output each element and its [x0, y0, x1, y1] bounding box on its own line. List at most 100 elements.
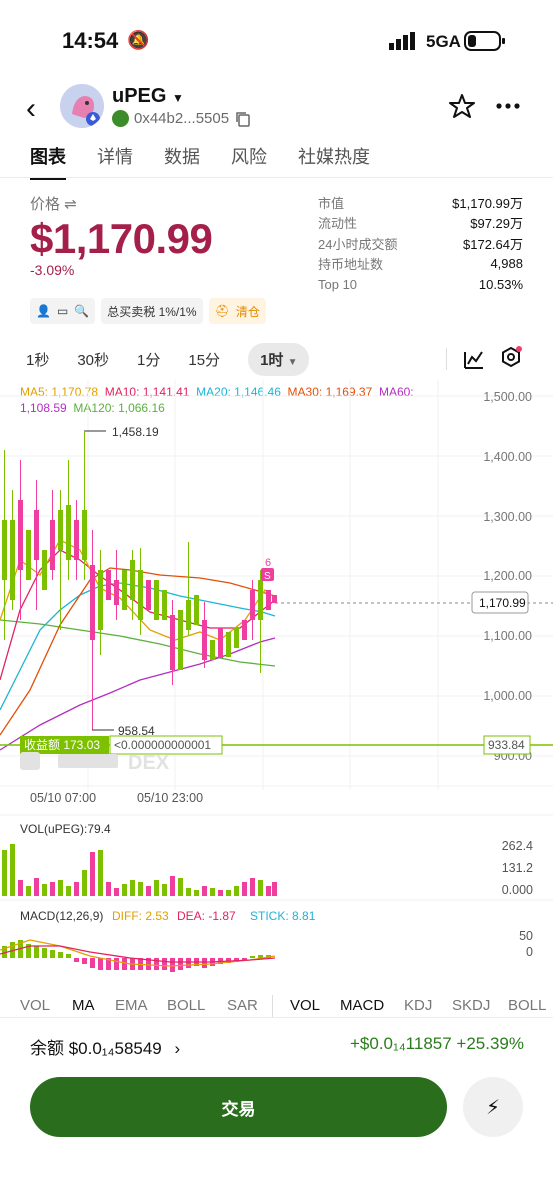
status-bar: 14:54 🔕 5GA	[0, 0, 553, 80]
indicator-boll-main[interactable]: BOLL	[167, 997, 205, 1014]
candle	[26, 530, 31, 580]
divider	[0, 177, 553, 178]
network-label: 5GA	[426, 32, 461, 51]
trade-button[interactable]: 交易	[30, 1077, 447, 1137]
divider	[446, 348, 447, 370]
candle	[106, 570, 111, 600]
stat-value: 10.53%	[478, 276, 523, 292]
swap-icon[interactable]: ⇌	[64, 196, 77, 213]
mute-bell-icon: 🔕	[127, 30, 150, 50]
tab-social[interactable]: 社媒热度	[298, 143, 370, 180]
svg-text:MACD(12,26,9): MACD(12,26,9)	[20, 909, 103, 923]
svg-text:6: 6	[265, 557, 271, 569]
candle	[234, 628, 239, 648]
interval-1m[interactable]: 1分	[137, 349, 160, 370]
tab-data[interactable]: 数据	[164, 143, 200, 180]
search-icon: 🔍	[74, 304, 90, 318]
y-tick: 1,300.00	[483, 510, 532, 524]
stat-label: 24小时成交额	[318, 236, 398, 252]
stat-label: 持币地址数	[318, 257, 384, 273]
clear-position-tag[interactable]: ⛑ 清仓	[208, 298, 266, 324]
token-avatar	[60, 84, 104, 128]
svg-text:S: S	[264, 571, 271, 582]
ma-lines	[0, 539, 276, 751]
interval-bar: 1秒 30秒 1分 15分 1时 ▼	[26, 342, 337, 376]
stats-panel: 市值 $1,170.99万 流动性 $97.29万 24小时成交额 $172.64万 …	[318, 192, 523, 295]
line-price-text: 933.84	[488, 738, 525, 752]
interval-15m[interactable]: 15分	[188, 349, 220, 370]
candle	[272, 595, 277, 603]
back-button[interactable]: ‹	[26, 92, 36, 126]
token-name[interactable]: uPEG ▼	[112, 85, 184, 108]
indicator-ma[interactable]: MA	[72, 997, 95, 1014]
candle	[122, 570, 127, 610]
balance-row[interactable]: 余额 $0.0₁₄58549 › +$0.0₁₄11857 +25.39%	[30, 1034, 524, 1058]
stat-value: $97.29万	[470, 216, 523, 232]
x-tick: 05/10 23:00	[137, 791, 203, 805]
divider	[0, 1017, 553, 1018]
token-address: 0x44b2...5505	[134, 110, 230, 127]
indicator-vol-sub[interactable]: VOL	[290, 997, 320, 1014]
vol-title: VOL(uPEG):79.4	[20, 822, 111, 836]
high-label: 1,458.19	[112, 425, 159, 439]
kline-chart[interactable]: 1,500.00 1,400.00 1,300.00 1,200.00 1,10…	[0, 380, 553, 990]
macd-bars	[2, 940, 271, 972]
y-tick: 1,100.00	[483, 629, 532, 643]
interval-1s[interactable]: 1秒	[26, 349, 49, 370]
y-tick: 1,000.00	[483, 689, 532, 703]
tab-details[interactable]: 详情	[97, 143, 133, 180]
indicator-skdj[interactable]: SKDJ	[452, 997, 490, 1014]
verified-shield-icon	[112, 110, 129, 127]
balance-pnl: +$0.0₁₄11857 +25.39%	[349, 1034, 524, 1053]
macd-tick: 0	[526, 945, 533, 959]
user-icon: 👤	[36, 304, 51, 318]
hat-icon: ⛑	[214, 304, 230, 318]
indicator-kdj[interactable]: KDJ	[404, 997, 432, 1014]
profit-tag-text: 收益额 173.03	[24, 738, 100, 752]
chart-style-icon[interactable]	[463, 348, 485, 370]
profit-value-text: <0.000000000001	[114, 738, 211, 752]
quick-trade-button[interactable]: ⚡	[463, 1077, 523, 1137]
stat-value: $1,170.99万	[452, 195, 523, 211]
tab-bar: 图表 详情 数据 风险 社媒热度	[30, 143, 401, 180]
divider	[272, 995, 273, 1017]
candle	[146, 580, 151, 610]
candle	[154, 580, 159, 620]
copy-icon[interactable]	[235, 111, 251, 127]
tag-row: 👤 ▭ 🔍 总买卖税 1%/1% ⛑ 清仓	[30, 298, 266, 324]
tax-tag[interactable]: 总买卖税 1%/1%	[101, 298, 203, 324]
candle	[242, 620, 247, 640]
signal-icon	[389, 32, 415, 50]
y-tick: 1,200.00	[483, 569, 532, 583]
candle	[42, 550, 47, 590]
card-icon: ▭	[56, 304, 69, 318]
battery-icon	[464, 31, 505, 51]
indicator-boll-sub[interactable]: BOLL	[508, 997, 546, 1014]
more-icon[interactable]	[495, 102, 521, 110]
interval-30s[interactable]: 30秒	[77, 349, 109, 370]
security-tags[interactable]: 👤 ▭ 🔍	[30, 298, 96, 324]
candle	[218, 628, 223, 658]
status-time: 14:54	[62, 28, 119, 53]
macd-legend: MACD(12,26,9) DIFF: 2.53 DEA: -1.87 STIC…	[20, 909, 316, 923]
dex-watermark: DEX	[20, 752, 170, 774]
vol-tick: 262.4	[502, 839, 533, 853]
svg-text:DIFF: 2.53: DIFF: 2.53	[112, 909, 169, 923]
indicator-sar[interactable]: SAR	[227, 997, 258, 1014]
stat-label: 市值	[318, 195, 345, 211]
indicator-ema[interactable]: EMA	[115, 997, 148, 1014]
interval-1h[interactable]: 1时 ▼	[248, 342, 310, 376]
lightning-icon: ⚡	[485, 1096, 501, 1119]
vol-tick: 131.2	[502, 861, 533, 875]
svg-text:DEA: -1.87: DEA: -1.87	[177, 909, 236, 923]
tab-risk[interactable]: 风险	[231, 143, 267, 180]
settings-hex-icon[interactable]	[500, 345, 526, 371]
stat-value: $172.64万	[463, 236, 523, 252]
stat-label: 流动性	[318, 216, 358, 232]
tab-chart[interactable]: 图表	[30, 143, 66, 180]
indicator-bar: VOL MA EMA BOLL SAR VOL MACD KDJ SKDJ BO…	[0, 995, 553, 1019]
star-favorite-icon[interactable]	[449, 93, 475, 119]
indicator-macd[interactable]: MACD	[340, 997, 384, 1014]
indicator-vol-main[interactable]: VOL	[20, 997, 50, 1014]
candle	[226, 632, 231, 657]
